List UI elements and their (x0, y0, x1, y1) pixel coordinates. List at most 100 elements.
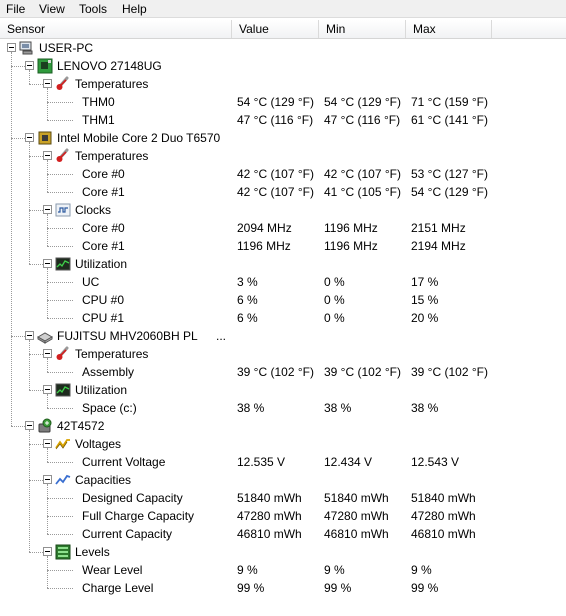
collapse-toggle-icon[interactable] (7, 43, 16, 52)
sensor-row[interactable]: Current Voltage 12.535 V 12.434 V 12.543 V (0, 453, 566, 471)
tree-node[interactable]: Capacities (0, 471, 566, 489)
collapse-toggle-icon[interactable] (25, 61, 34, 70)
sensor-min: 47 °C (116 °F) (324, 113, 401, 127)
tree-connector (47, 214, 48, 246)
sensor-label: Designed Capacity (82, 491, 183, 505)
tree-node[interactable]: LENOVO 27148UG (0, 57, 566, 75)
tree-node[interactable]: Utilization (0, 255, 566, 273)
collapse-toggle-icon[interactable] (43, 205, 52, 214)
tree-node[interactable]: 42T4572 (0, 417, 566, 435)
sensor-row[interactable]: Charge Level 99 % 99 % 99 % (0, 579, 566, 597)
column-value[interactable]: Value (232, 20, 319, 38)
sensor-min: 1196 MHz (324, 239, 378, 253)
tree-connector (47, 300, 73, 301)
sensor-max: 20 % (411, 311, 439, 325)
sensor-min: 46810 mWh (324, 527, 389, 541)
menu-tools[interactable]: Tools (79, 2, 107, 16)
sensor-row[interactable]: Space (c:) 38 % 38 % 38 % (0, 399, 566, 417)
collapse-toggle-icon[interactable] (43, 349, 52, 358)
collapse-toggle-icon[interactable] (43, 385, 52, 394)
sensor-min: 41 °C (105 °F) (324, 185, 401, 199)
hdd-icon (36, 328, 54, 344)
sensor-value: 6 % (237, 293, 258, 307)
tree-node[interactable]: Temperatures (0, 147, 566, 165)
collapse-toggle-icon[interactable] (43, 79, 52, 88)
tree-node[interactable]: Temperatures (0, 345, 566, 363)
sensor-max: 47280 mWh (411, 509, 476, 523)
sensor-max: 9 % (411, 563, 432, 577)
tree-connector (47, 588, 73, 589)
collapse-toggle-icon[interactable] (25, 133, 34, 142)
tree-node[interactable]: Utilization (0, 381, 566, 399)
collapse-toggle-icon[interactable] (43, 151, 52, 160)
sensor-max: 12.543 V (411, 455, 460, 469)
sensor-min: 51840 mWh (324, 491, 389, 505)
sensor-value: 39 °C (102 °F) (237, 365, 314, 379)
levels-icon (55, 544, 71, 560)
sensor-max: 2151 MHz (411, 221, 466, 235)
collapse-toggle-icon[interactable] (25, 331, 34, 340)
sensor-label: Voltages (75, 437, 122, 451)
sensor-label: Core #0 (82, 167, 125, 181)
sensor-label: Core #1 (82, 185, 125, 199)
tree-node[interactable]: Intel Mobile Core 2 Duo T6570 (0, 129, 566, 147)
collapse-toggle-icon[interactable] (43, 547, 52, 556)
sensor-label: Temperatures (75, 347, 149, 361)
sensor-label: UC (82, 275, 100, 289)
tree-node[interactable]: FUJITSU MHV2060BH PL... (0, 327, 566, 345)
column-max[interactable]: Max (406, 20, 492, 38)
sensor-value: 38 % (237, 401, 265, 415)
sensor-value: 1196 MHz (237, 239, 291, 253)
sensor-value: 6 % (237, 311, 258, 325)
sensor-row[interactable]: Core #1 42 °C (107 °F) 41 °C (105 °F) 54 °C… (0, 183, 566, 201)
sensor-label: Capacities (75, 473, 132, 487)
sensor-row[interactable]: CPU #1 6 % 0 % 20 % (0, 309, 566, 327)
sensor-row[interactable]: Core #1 1196 MHz 1196 MHz 2194 MHz (0, 237, 566, 255)
column-min[interactable]: Min (319, 20, 406, 38)
sensor-row[interactable]: UC 3 % 0 % 17 % (0, 273, 566, 291)
tree-node[interactable]: USER-PC (0, 39, 566, 57)
tree-connector (47, 102, 73, 103)
thermometer-icon (55, 76, 71, 92)
sensor-row[interactable]: CPU #0 6 % 0 % 15 % (0, 291, 566, 309)
tree-connector (47, 556, 48, 588)
tree-connector (47, 570, 73, 571)
sensor-value: 47280 mWh (237, 509, 302, 523)
sensor-row[interactable]: Assembly 39 °C (102 °F) 39 °C (102 °F) 39 °… (0, 363, 566, 381)
tree-node[interactable]: Voltages (0, 435, 566, 453)
sensor-value: 3 % (237, 275, 258, 289)
collapse-toggle-icon[interactable] (43, 259, 52, 268)
sensor-label: Utilization (75, 383, 128, 397)
collapse-toggle-icon[interactable] (43, 475, 52, 484)
sensor-value: 42 °C (107 °F) (237, 185, 314, 199)
sensor-value: 42 °C (107 °F) (237, 167, 314, 181)
sensor-row[interactable]: Designed Capacity 51840 mWh 51840 mWh 51840… (0, 489, 566, 507)
sensor-value: 99 % (237, 581, 265, 595)
column-sensor[interactable]: Sensor (0, 20, 232, 38)
sensor-row[interactable]: THM1 47 °C (116 °F) 47 °C (116 °F) 61 °C (1… (0, 111, 566, 129)
motherboard-icon (37, 58, 53, 74)
tree-node[interactable]: Levels (0, 543, 566, 561)
tree-node[interactable]: Clocks (0, 201, 566, 219)
collapse-toggle-icon[interactable] (25, 421, 34, 430)
sensor-label: LENOVO 27148UG (57, 59, 162, 73)
sensor-row[interactable]: Wear Level 9 % 9 % 9 % (0, 561, 566, 579)
sensor-row[interactable]: Core #0 2094 MHz 1196 MHz 2151 MHz (0, 219, 566, 237)
capacity-icon (55, 472, 71, 488)
sensor-label: Levels (75, 545, 110, 559)
menu-view[interactable]: View (39, 2, 65, 16)
sensor-label: THM1 (82, 113, 115, 127)
sensor-row[interactable]: Core #0 42 °C (107 °F) 42 °C (107 °F) 53 °C… (0, 165, 566, 183)
collapse-toggle-icon[interactable] (43, 439, 52, 448)
sensor-row[interactable]: Full Charge Capacity 47280 mWh 47280 mWh 47… (0, 507, 566, 525)
menu-help[interactable]: Help (122, 2, 147, 16)
sensor-row[interactable]: Current Capacity 46810 mWh 46810 mWh 46810 … (0, 525, 566, 543)
tree-connector (47, 448, 48, 462)
sensor-row[interactable]: THM0 54 °C (129 °F) 54 °C (129 °F) 71 °C (1… (0, 93, 566, 111)
tree-connector (29, 70, 30, 84)
sensor-max: 54 °C (129 °F) (411, 185, 488, 199)
tree-node[interactable]: Temperatures (0, 75, 566, 93)
sensor-label: Charge Level (82, 581, 154, 595)
tree-connector (47, 268, 48, 318)
menu-file[interactable]: File (6, 2, 25, 16)
